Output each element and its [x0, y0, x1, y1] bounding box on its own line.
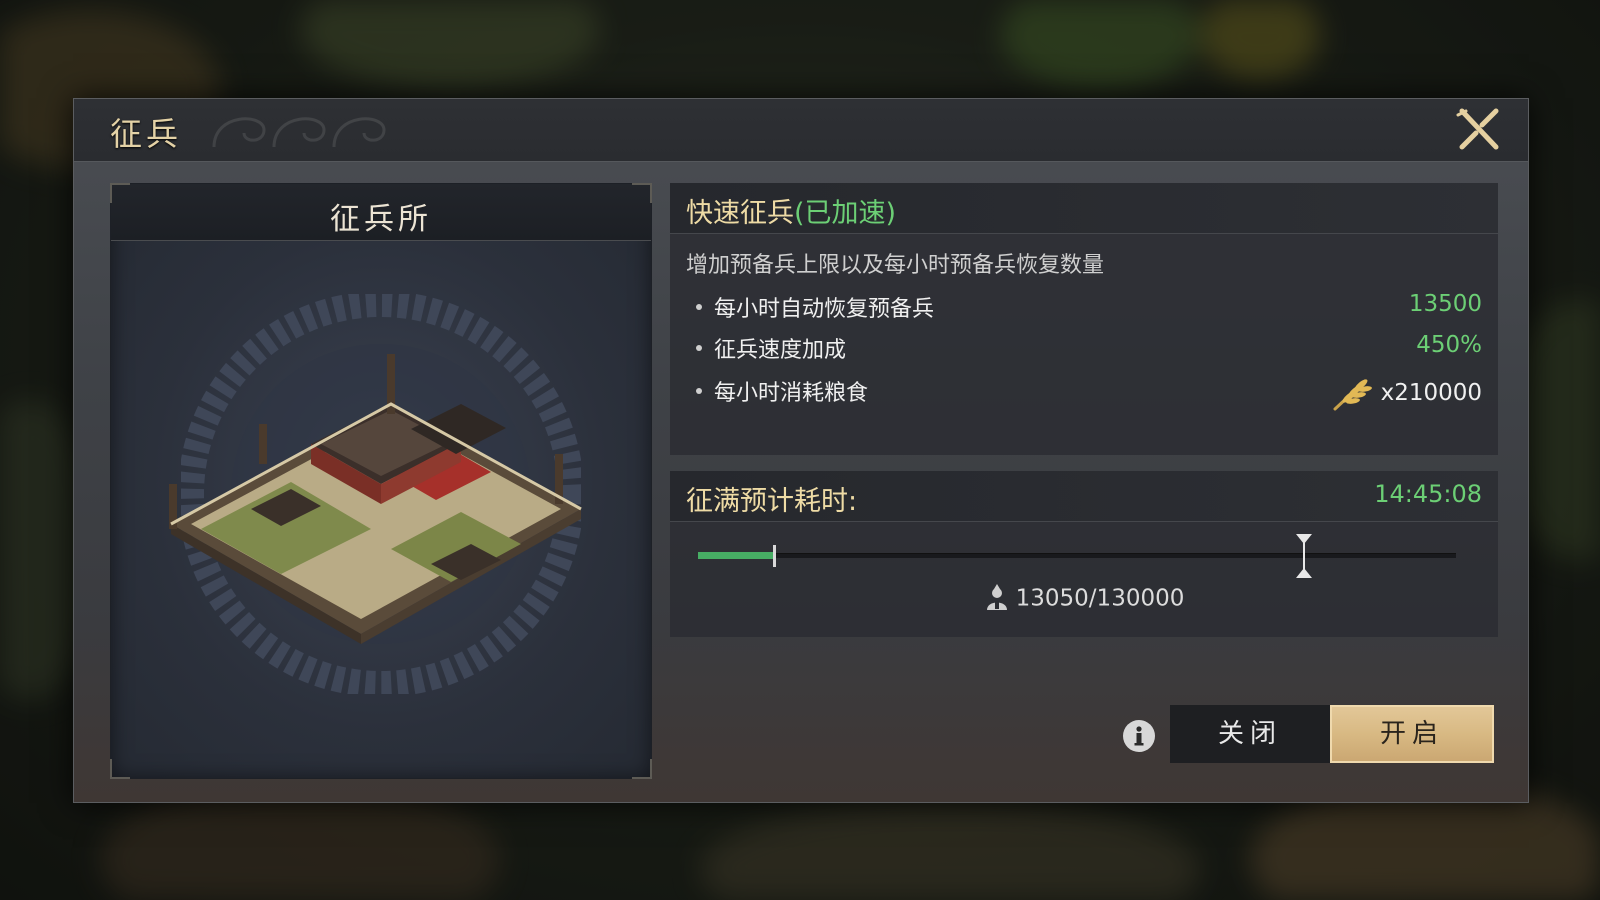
stat-row-food-cost: 每小时消耗粮食 x210000 [696, 375, 1482, 411]
fill-time-value: 14:45:08 [1374, 480, 1482, 508]
fill-time-label: 征满预计耗时: [686, 486, 858, 517]
reserve-count-text: 13050/130000 [1015, 585, 1185, 612]
corner-ornament [632, 759, 652, 779]
conscription-progress-bar [698, 534, 1456, 578]
bullet-icon [696, 345, 702, 351]
quick-conscription-header: 快速征兵(已加速) [670, 183, 1498, 234]
title-pattern-icon [212, 117, 386, 148]
info-icon [1134, 726, 1144, 746]
fill-time-header: 征满预计耗时: 14:45:08 [670, 471, 1498, 522]
quick-conscription-title: 快速征兵(已加速) [686, 191, 896, 230]
quick-conscription-panel: 快速征兵(已加速) 增加预备兵上限以及每小时预备兵恢复数量 每小时自动恢复预备兵… [670, 183, 1498, 455]
conscription-dialog: 征兵 征兵所 快速征兵(已加速) 增加预备兵上限以及每小时预备兵恢复数量 每小时… [73, 98, 1529, 803]
barracks-building-image [169, 354, 582, 644]
stat-row-recovery: 每小时自动恢复预备兵 13500 [696, 291, 1482, 323]
building-panel-header: 征兵所 [111, 184, 651, 241]
stat-label: 征兵速度加成 [714, 338, 847, 363]
stat-value: 450% [1416, 332, 1482, 358]
stat-label: 每小时消耗粮食 [714, 381, 869, 406]
corner-ornament [632, 183, 652, 203]
bullet-icon [696, 388, 702, 394]
progress-cap [773, 545, 777, 567]
building-panel: 征兵所 [110, 183, 652, 779]
building-name: 征兵所 [330, 202, 432, 237]
corner-ornament [110, 183, 130, 203]
wheat-icon [1333, 379, 1372, 411]
stat-value: 13500 [1408, 291, 1482, 317]
quick-conscription-description: 增加预备兵上限以及每小时预备兵恢复数量 [686, 253, 1105, 278]
bullet-icon [696, 304, 702, 310]
limit-marker-icon[interactable] [1296, 534, 1313, 578]
dialog-title: 征兵 [110, 115, 183, 153]
progress-fill [698, 552, 775, 559]
corner-ornament [110, 759, 130, 779]
open-button[interactable]: 开启 [1330, 705, 1494, 763]
quick-conscription-label: 快速征兵 [686, 198, 794, 229]
stat-row-speed-bonus: 征兵速度加成 450% [696, 332, 1482, 364]
fill-time-panel: 征满预计耗时: 14:45:08 13050/130000 [670, 471, 1498, 637]
close-button[interactable]: 关闭 [1170, 705, 1330, 763]
food-cost-amount: x210000 [1380, 380, 1482, 406]
dialog-titlebar: 征兵 [74, 99, 1528, 162]
soldier-icon [986, 584, 1007, 610]
info-button[interactable] [1123, 720, 1155, 752]
reserve-troops-count: 13050/130000 [670, 584, 1498, 613]
accelerated-status: (已加速) [794, 198, 897, 229]
food-cost-value: x210000 [1331, 375, 1482, 411]
stat-label: 每小时自动恢复预备兵 [714, 297, 935, 322]
crossed-swords-icon [1456, 108, 1499, 150]
close-dialog-button[interactable] [1456, 107, 1502, 153]
